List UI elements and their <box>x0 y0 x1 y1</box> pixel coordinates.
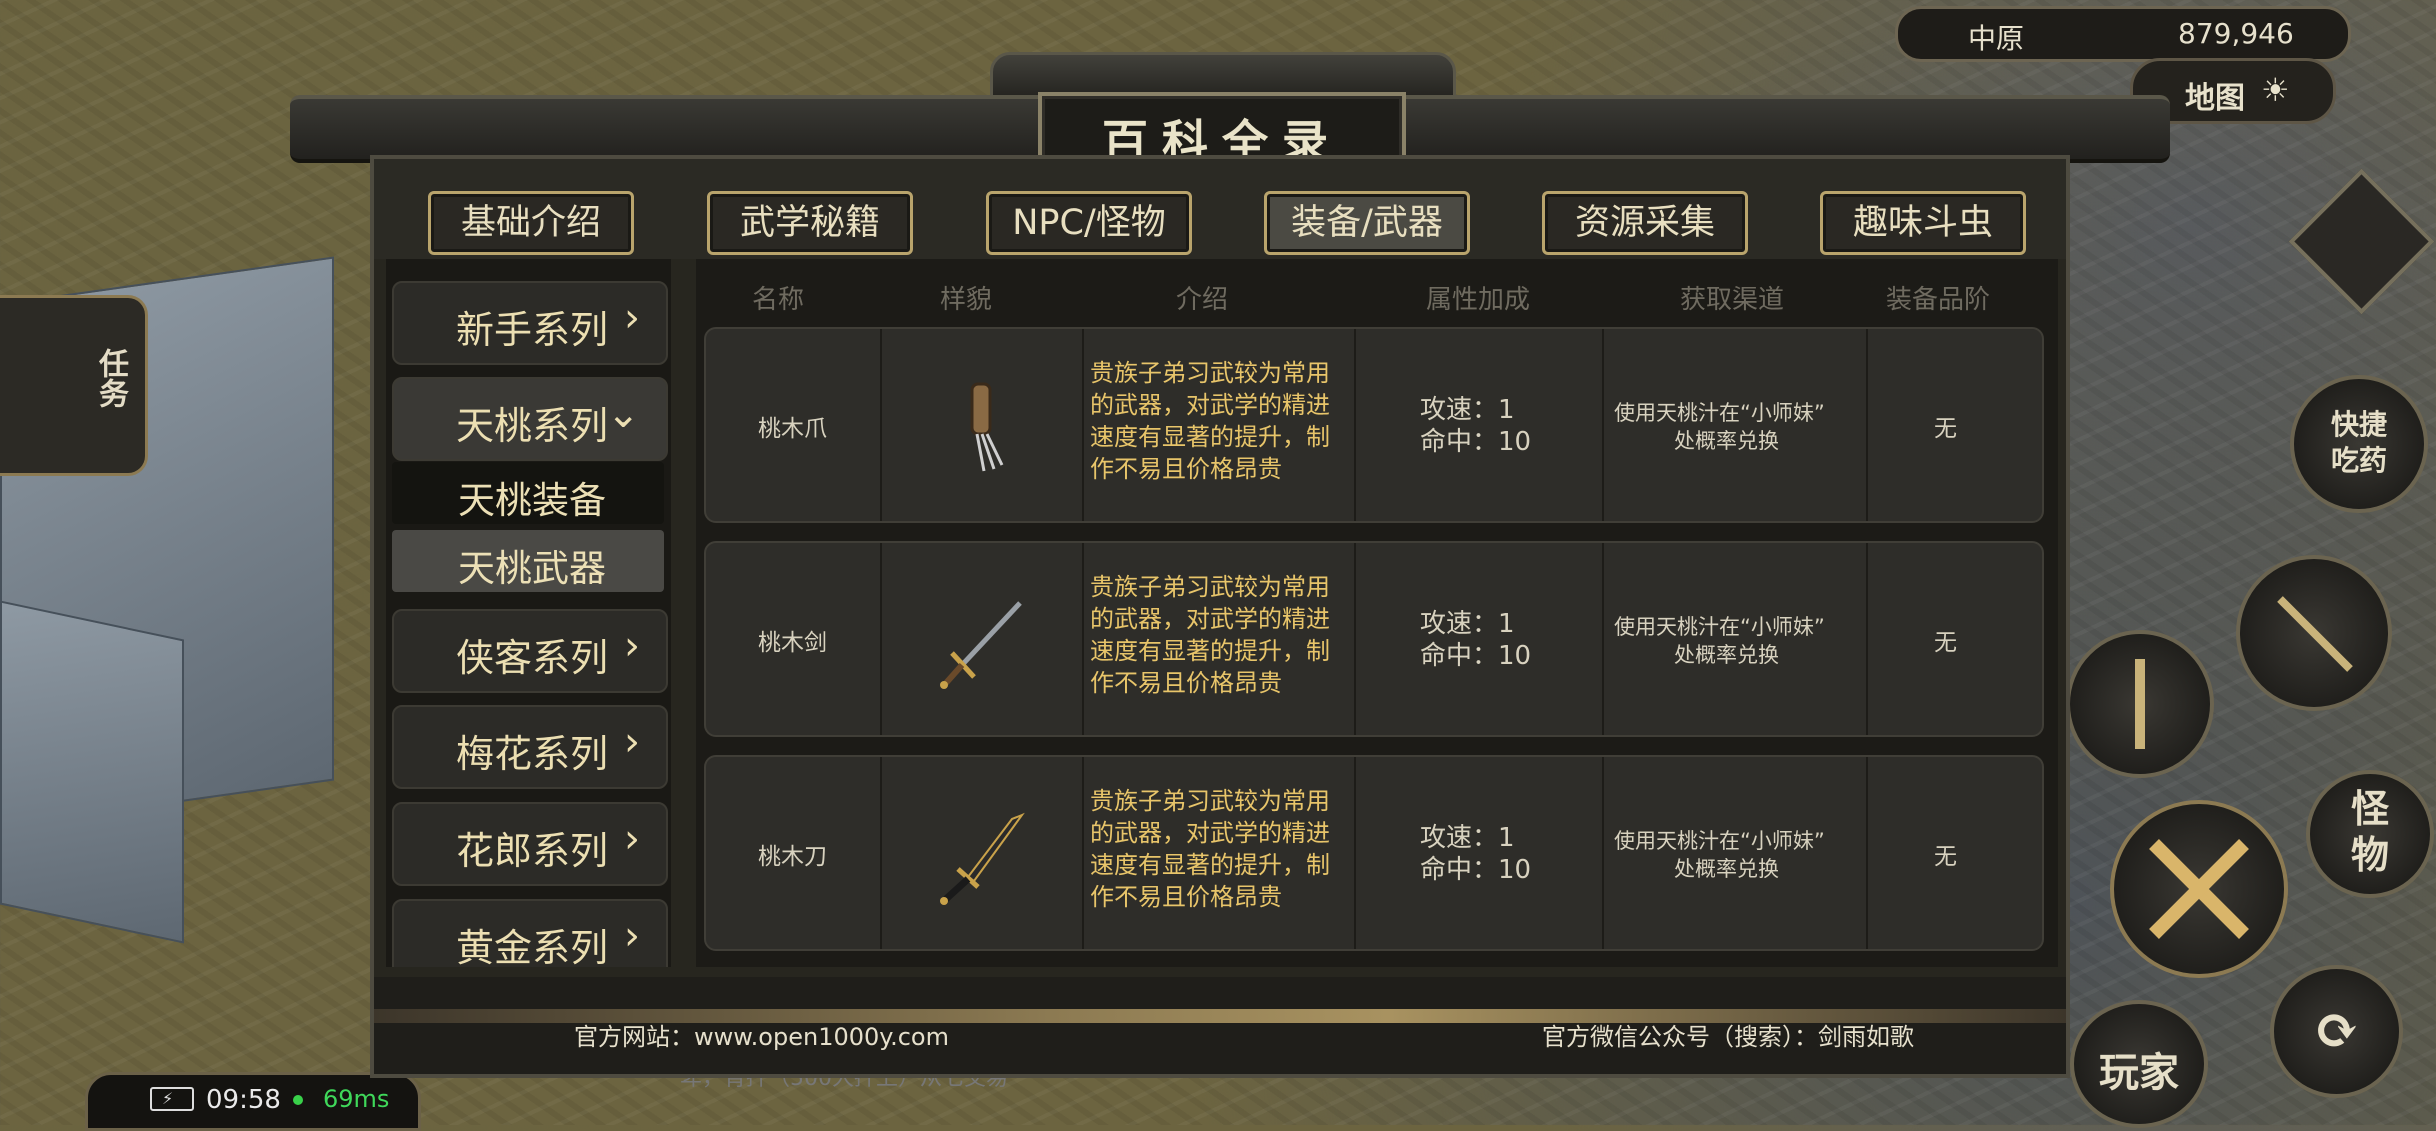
table-row[interactable]: 桃木爪 贵族子弟习武较为常用的武器，对武学的精进速度有显著的提升，制作不易且价格… <box>704 327 2044 523</box>
series-sidebar[interactable]: 新手系列 › 天桃系列 ⌄ 天桃装备 天桃武器 侠客系列 › 梅花系列 › 花郎… <box>386 259 671 967</box>
tab-label: 资源采集 <box>1574 203 1715 243</box>
tab-label: 装备/武器 <box>1291 203 1443 243</box>
sidebar-item-label: 新手系列 <box>456 308 609 352</box>
sidebar-item-meihua-series[interactable]: 梅花系列 › <box>392 705 668 789</box>
accuracy: 命中：10 <box>1420 427 1532 457</box>
tab-npc-monsters[interactable]: NPC/怪物 <box>986 191 1192 255</box>
sword-icon <box>940 601 1022 689</box>
status-bar: ⚡ 09:58 69ms <box>85 1072 421 1131</box>
quick-potion-button[interactable]: 快捷吃药 <box>2290 375 2428 513</box>
chevron-right-icon: › <box>624 295 640 341</box>
blade-icon <box>940 812 1025 905</box>
sun-icon: ☀ <box>2261 71 2290 109</box>
location-name: 中原 <box>1968 22 2025 55</box>
tab-label: 基础介绍 <box>460 203 601 243</box>
tab-basics[interactable]: 基础介绍 <box>428 191 634 255</box>
sidebar-item-hualang-series[interactable]: 花郎系列 › <box>392 802 668 886</box>
sidebar-sub-tiantao-weapons[interactable]: 天桃武器 <box>392 530 664 592</box>
claw-icon <box>970 382 1004 472</box>
sidebar-item-label: 花郎系列 <box>456 829 609 873</box>
sidebar-item-label: 天桃系列 <box>456 404 609 448</box>
category-tabs: 基础介绍 武学秘籍 NPC/怪物 装备/武器 资源采集 趣味斗虫 <box>374 159 2066 259</box>
source-line-1: 使用天桃汁在“小师妹” <box>1614 615 1825 639</box>
player-label: 玩家 <box>2099 1049 2179 1096</box>
header-appearance: 样貌 <box>940 285 993 315</box>
tab-bug-fighting[interactable]: 趣味斗虫 <box>1820 191 2026 255</box>
header-name: 名称 <box>752 285 805 315</box>
player-button[interactable]: 玩家 <box>2070 1000 2208 1128</box>
sidebar-item-newbie-series[interactable]: 新手系列 › <box>392 281 668 365</box>
sidebar-item-label: 黄金系列 <box>456 926 609 967</box>
dagger-skill-button[interactable] <box>2066 630 2214 778</box>
sidebar-item-gold-series[interactable]: 黄金系列 › <box>392 899 668 967</box>
source-line-1: 使用天桃汁在“小师妹” <box>1614 829 1825 853</box>
sidebar-sub-tiantao-equipment[interactable]: 天桃装备 <box>392 462 664 524</box>
tab-resource-gathering[interactable]: 资源采集 <box>1542 191 1748 255</box>
tab-label: NPC/怪物 <box>1012 203 1166 243</box>
weapon-grade: 无 <box>1934 416 1957 442</box>
source-line-2: 处概率兑换 <box>1674 857 1779 881</box>
task-tab[interactable]: 任务 <box>0 295 148 476</box>
weapon-description: 贵族子弟习武较为常用的武器，对武学的精进速度有显著的提升，制作不易且价格昂贵 <box>1090 359 1330 483</box>
dagger-icon <box>2135 659 2145 749</box>
bow-icon <box>2277 596 2353 672</box>
source-line-2: 处概率兑换 <box>1674 643 1779 667</box>
battery-icon: ⚡ <box>150 1087 194 1111</box>
crossed-swords-icon <box>2149 839 2249 939</box>
weapon-grade: 无 <box>1934 630 1957 656</box>
map-label: 地图 <box>2185 81 2245 116</box>
accuracy: 命中：10 <box>1420 641 1532 671</box>
chevron-right-icon: › <box>624 816 640 862</box>
table-row[interactable]: 桃木剑 贵族子弟习武较为常用的武器，对武学的精进速度有显著的提升，制作不易且价格… <box>704 541 2044 737</box>
official-website: 官方网站：www.open1000y.com <box>574 1023 949 1051</box>
sidebar-item-label: 侠客系列 <box>456 636 609 680</box>
bow-skill-button[interactable] <box>2236 555 2392 711</box>
header-attribute-bonus: 属性加成 <box>1426 285 1531 315</box>
refresh-icon: ⟳ <box>2313 997 2360 1063</box>
weapon-name: 桃木剑 <box>758 630 827 656</box>
header-description: 介绍 <box>1176 285 1229 315</box>
tab-label: 武学秘籍 <box>739 203 880 243</box>
source-line-2: 处概率兑换 <box>1674 429 1779 453</box>
tab-martial-arts[interactable]: 武学秘籍 <box>707 191 913 255</box>
attack-button[interactable] <box>2110 800 2288 978</box>
table-row[interactable]: 桃木刀 贵族子弟习武较为常用的武器，对武学的精进速度有显著的提升，制作不易且价格… <box>704 755 2044 951</box>
sidebar-item-tiantao-series[interactable]: 天桃系列 ⌄ <box>392 377 668 461</box>
weapon-description: 贵族子弟习武较为常用的武器，对武学的精进速度有显著的提升，制作不易且价格昂贵 <box>1090 573 1330 697</box>
network-dot-icon <box>293 1095 303 1105</box>
weapon-grade: 无 <box>1934 844 1957 870</box>
chevron-down-icon: ⌄ <box>606 391 640 437</box>
monster-label: 怪物 <box>2350 786 2389 877</box>
sidebar-sub-label: 天桃武器 <box>458 547 606 590</box>
weapon-name: 桃木刀 <box>758 844 827 870</box>
encyclopedia-panel: 基础介绍 武学秘籍 NPC/怪物 装备/武器 资源采集 趣味斗虫 新手系列 › … <box>370 155 2070 1078</box>
location-display: 中原 879,946 <box>1895 6 2351 62</box>
header-grade: 装备品阶 <box>1886 285 1991 315</box>
header-source: 获取渠道 <box>1680 285 1785 315</box>
sidebar-sub-label: 天桃装备 <box>458 479 606 522</box>
tab-equipment-weapons[interactable]: 装备/武器 <box>1264 191 1470 255</box>
monster-button[interactable]: 怪物 <box>2306 770 2434 898</box>
sidebar-item-label: 梅花系列 <box>456 732 609 776</box>
source-line-1: 使用天桃汁在“小师妹” <box>1614 401 1825 425</box>
sidebar-item-xiake-series[interactable]: 侠客系列 › <box>392 609 668 693</box>
task-tab-label: 任务 <box>93 348 128 408</box>
weapons-table: 名称 样貌 介绍 属性加成 获取渠道 装备品阶 桃木爪 贵族子弟习武较为常用的武… <box>696 259 2058 967</box>
clock-time: 09:58 <box>206 1085 281 1115</box>
chevron-right-icon: › <box>624 623 640 669</box>
weapon-name: 桃木爪 <box>758 416 827 442</box>
weapon-description: 贵族子弟习武较为常用的武器，对武学的精进速度有显著的提升，制作不易且价格昂贵 <box>1090 787 1330 911</box>
quick-potion-label: 快捷吃药 <box>2330 408 2387 477</box>
coordinates: 879,946 <box>2178 17 2294 50</box>
accuracy: 命中：10 <box>1420 855 1532 885</box>
chevron-right-icon: › <box>624 913 640 959</box>
tent-roof-lower <box>0 600 184 944</box>
ping-value: 69ms <box>323 1085 390 1113</box>
official-wechat: 官方微信公众号（搜索）：剑雨如歌 <box>1542 1023 1914 1051</box>
chevron-right-icon: › <box>624 719 640 765</box>
refresh-button[interactable]: ⟳ <box>2270 965 2403 1098</box>
tab-label: 趣味斗虫 <box>1852 203 1993 243</box>
panel-footer: 官方网站：www.open1000y.com 官方微信公众号（搜索）：剑雨如歌 <box>374 977 2066 1074</box>
